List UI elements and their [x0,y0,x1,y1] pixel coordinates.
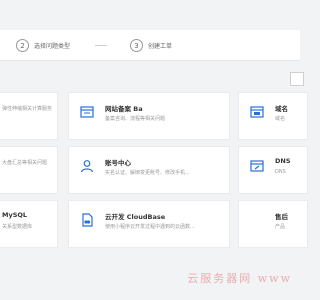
step-3-label: 创建工单 [148,42,173,50]
document-cloud-icon [82,213,93,227]
step-2-number: 2 [16,38,29,52]
card-dns[interactable]: DNS DNS [238,146,308,194]
card-mysql[interactable]: MySQL 关系型数据库 [0,200,58,248]
card-compute-desc: 弹性伸缩相关计算服务 [2,106,53,112]
card-website-filing-desc: 备案咨询、流程等相关问题 [105,116,166,122]
card-dns-title: DNS [275,157,291,165]
step-separator [95,45,107,46]
dns-window-icon [250,160,264,172]
card-after-sales-title: 售后 [275,213,288,221]
step-2-label: 选择问题类型 [34,42,71,50]
card-cloudbase-desc: 使用小程序云开发过程中遇到的云函数... [105,224,195,230]
card-website-filing-title: 网站备案 Ba [105,105,143,113]
browser-window-icon [80,106,94,118]
step-2: 2 选择问题类型 [16,37,70,53]
card-account-center[interactable]: 账号中心 实名认证、解绑变更账号、修改手机... [68,146,230,194]
step-bar: 2 选择问题类型 3 创建工单 [0,30,300,61]
user-icon [80,160,94,173]
card-monitor[interactable]: 大盘汇总等相关问题 [0,146,58,194]
card-after-sales-desc: 产品 [275,224,286,230]
step-3: 3 创建工单 [130,37,172,53]
card-account-center-title: 账号中心 [105,159,131,167]
card-website-filing[interactable]: 网站备案 Ba 备案咨询、流程等相关问题 [68,92,230,140]
watermark: 云服务器网 www [187,272,292,285]
card-account-center-desc: 实名认证、解绑变更账号、修改手机... [105,170,190,176]
card-mysql-desc: 关系型数据库 [2,224,33,230]
step-3-number: 3 [130,38,143,52]
card-domain[interactable]: 域名 域名 [238,92,308,140]
card-after-sales[interactable]: 售后 产品 [238,200,308,248]
card-monitor-desc: 大盘汇总等相关问题 [2,160,48,166]
search-input[interactable] [290,72,304,86]
card-cloudbase-title: 云开发 CloudBase [105,213,166,221]
card-mysql-title: MySQL [2,211,28,219]
card-dns-desc: DNS [275,169,286,175]
card-cloudbase[interactable]: 云开发 CloudBase 使用小程序云开发过程中遇到的云函数... [68,200,230,248]
card-domain-title: 域名 [275,105,288,113]
card-domain-desc: 域名 [275,116,286,122]
card-compute[interactable]: 弹性伸缩相关计算服务 [0,92,58,140]
web-page-icon [250,106,264,118]
